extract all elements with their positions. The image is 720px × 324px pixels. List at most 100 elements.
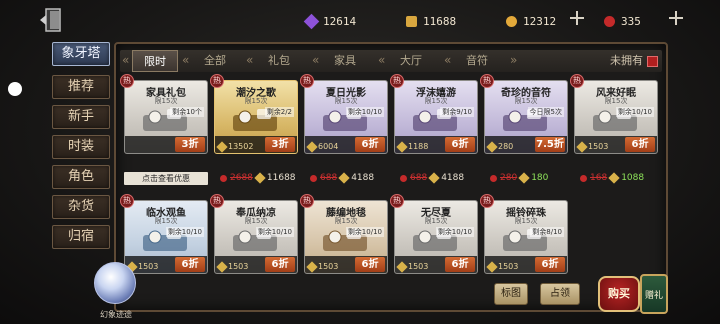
purple-currency-value: 12614 <box>323 14 357 28</box>
add-coin-button[interactable] <box>569 10 585 26</box>
price-line: 688 4188 <box>400 172 464 184</box>
puzzle-currency: 11688 <box>406 12 456 30</box>
shop-card[interactable]: 无尽夏 限15次 剩余10/10 1503 6折 <box>394 200 478 274</box>
not-owned-filter[interactable]: 未拥有 <box>610 50 658 72</box>
card-price: 1503 <box>486 260 519 273</box>
discount-badge: 3折 <box>265 137 295 152</box>
discount-badge: 7.5折 <box>535 137 565 152</box>
card-remain: 剩余10/10 <box>165 227 204 237</box>
purple-currency: 12614 <box>303 12 357 30</box>
shop-card[interactable]: 临水观鱼 限15次 剩余10/10 1503 6折 <box>124 200 208 274</box>
card-price-value: 1503 <box>318 262 339 271</box>
discount-badge: 6折 <box>625 137 655 152</box>
puzzle-piece-icon <box>216 260 228 273</box>
puzzle-piece-icon <box>306 140 318 153</box>
coin-currency: 12312 <box>506 12 556 30</box>
hot-badge-icon: 热 <box>570 74 584 88</box>
card-price-value: 6004 <box>318 142 339 151</box>
price-line: 280 180 <box>490 172 548 184</box>
category-nav: 象牙塔 推荐 新手 时装 角色 杂货 归宿 <box>52 42 112 255</box>
tab-furniture[interactable]: 家具 <box>322 50 368 72</box>
shop-card[interactable]: 潮汐之歌 限15次 剩余2/2 13502 3折 <box>214 80 298 154</box>
occupy-button[interactable]: 占领 <box>540 283 580 305</box>
card-price: 1503 <box>216 260 248 273</box>
hot-badge-icon: 热 <box>390 74 404 88</box>
shop-card[interactable]: 浮沫嬉游 限15次 剩余9/10 1188 6折 <box>394 80 478 154</box>
puzzle-currency-value: 11688 <box>423 14 457 28</box>
tab-separator: « <box>312 53 320 67</box>
card-remain: 剩余10/10 <box>255 227 294 237</box>
shop-card[interactable]: 奉瓜纳凉 限15次 剩余10/10 1503 6折 <box>214 200 298 274</box>
puzzle-piece-icon <box>254 172 266 184</box>
card-remain: 剩余10/10 <box>345 107 384 117</box>
original-price: 688 <box>410 173 428 183</box>
gift-button[interactable]: 赠礼 <box>640 274 668 314</box>
puzzle-piece-icon <box>406 15 417 27</box>
nav-item-fashion[interactable]: 时装 <box>52 135 110 159</box>
not-owned-label: 未拥有 <box>610 54 643 67</box>
hot-badge-icon: 热 <box>120 194 134 208</box>
puzzle-piece-icon <box>216 140 228 153</box>
tab-lobby[interactable]: 大厅 <box>388 50 434 72</box>
tab-gift-pack[interactable]: 礼包 <box>256 50 302 72</box>
tab-separator: « <box>378 53 386 67</box>
card-price: 1503 <box>126 260 158 273</box>
discount-badge: 6折 <box>445 257 475 272</box>
puzzle-piece-icon <box>396 260 408 273</box>
hot-badge-icon: 热 <box>120 74 134 88</box>
tab-limited[interactable]: 限时 <box>132 50 178 72</box>
card-remain: 剩余10/10 <box>435 227 474 237</box>
not-owned-checkbox[interactable] <box>647 55 658 67</box>
current-price: 4188 <box>441 173 465 183</box>
hot-badge-icon: 热 <box>480 74 494 88</box>
nav-item-ivory-tower[interactable]: 象牙塔 <box>52 42 110 66</box>
nav-item-home[interactable]: 归宿 <box>52 225 110 249</box>
puzzle-piece-icon <box>608 172 620 184</box>
card-price: 1503 <box>576 140 608 153</box>
hot-badge-icon: 热 <box>300 74 314 88</box>
nav-item-newbie[interactable]: 新手 <box>52 105 110 129</box>
card-price-value: 1503 <box>408 262 429 271</box>
shop-card[interactable]: 摇铃碎珠 限15次 剩余8/10 1503 6折 <box>484 200 568 274</box>
nav-item-character[interactable]: 角色 <box>52 165 110 189</box>
tab-separator: « <box>246 53 254 67</box>
shop-card[interactable]: 家具礼包 限15次 剩余10个 3折 <box>124 80 208 154</box>
card-price: 1503 <box>396 260 429 273</box>
puzzle-piece-icon <box>486 140 498 153</box>
discount-badge: 6折 <box>535 257 565 272</box>
original-price: 688 <box>320 173 338 183</box>
card-price: 1188 <box>396 140 429 153</box>
card-price-value: 1503 <box>498 262 519 271</box>
tab-all[interactable]: 全部 <box>192 50 238 72</box>
shop-card[interactable]: 夏日光影 限15次 剩余10/10 6004 6折 <box>304 80 388 154</box>
buy-button[interactable]: 购买 <box>598 276 640 312</box>
shop-card[interactable]: 风来好眠 限15次 剩余10/10 1503 6折 <box>574 80 658 154</box>
shop-card[interactable]: 藤编地毯 限15次 剩余10/10 1503 6折 <box>304 200 388 274</box>
floating-assist-dot[interactable] <box>8 82 22 96</box>
red-orb-icon <box>580 174 587 182</box>
tab-notes[interactable]: 音符 <box>454 50 500 72</box>
view-discount-link[interactable]: 点击查看优惠 <box>124 172 208 185</box>
hot-badge-icon: 热 <box>210 194 224 208</box>
orb-label: 幻象迹途 <box>100 310 132 319</box>
add-red-currency-button[interactable] <box>668 10 684 26</box>
puzzle-piece-icon <box>306 260 318 273</box>
current-price: 180 <box>531 173 549 183</box>
red-orb-icon <box>400 174 407 182</box>
original-price: 2688 <box>230 173 253 183</box>
shop-card[interactable]: 奇珍的音符 限15次 今日限5次 280 7.5折 <box>484 80 568 154</box>
discount-badge: 6折 <box>265 257 295 272</box>
tag-button[interactable]: 标图 <box>494 283 528 305</box>
nav-item-recommend[interactable]: 推荐 <box>52 75 110 99</box>
price-line: 168 1088 <box>580 172 644 184</box>
current-price: 4188 <box>351 173 375 183</box>
current-price: 1088 <box>621 173 645 183</box>
hot-badge-icon: 热 <box>210 74 224 88</box>
coin-icon <box>506 15 517 27</box>
card-remain: 剩余2/2 <box>264 107 294 117</box>
card-price-value: 1188 <box>408 142 429 151</box>
exit-door-icon[interactable] <box>38 6 68 34</box>
illusion-orb-icon[interactable] <box>94 262 136 304</box>
nav-item-goods[interactable]: 杂货 <box>52 195 110 219</box>
card-price-value: 280 <box>498 142 514 151</box>
